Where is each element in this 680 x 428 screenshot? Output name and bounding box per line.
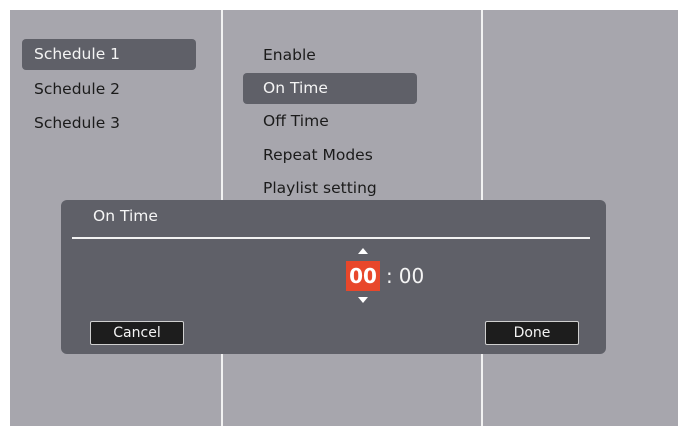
dialog-title: On Time <box>93 207 158 225</box>
setting-item-on-time[interactable]: On Time <box>243 73 417 104</box>
dialog-divider <box>72 237 590 239</box>
increment-arrow-icon[interactable] <box>358 248 368 254</box>
hour-field[interactable]: 00 <box>346 261 380 291</box>
cancel-button[interactable]: Cancel <box>90 321 184 345</box>
on-time-dialog: On Time 00 : 00 Cancel Done <box>61 200 606 354</box>
time-picker: 00 : 00 <box>346 261 424 291</box>
setting-item-repeat-modes[interactable]: Repeat Modes <box>243 140 417 171</box>
decrement-arrow-icon[interactable] <box>358 297 368 303</box>
schedule-item-2[interactable]: Schedule 2 <box>22 74 196 105</box>
setting-item-off-time[interactable]: Off Time <box>243 106 417 137</box>
minute-field[interactable]: 00 <box>399 264 424 288</box>
schedule-item-3[interactable]: Schedule 3 <box>22 108 196 139</box>
done-button[interactable]: Done <box>485 321 579 345</box>
setting-item-enable[interactable]: Enable <box>243 40 417 71</box>
schedule-item-1[interactable]: Schedule 1 <box>22 39 196 70</box>
time-separator: : <box>386 264 393 288</box>
